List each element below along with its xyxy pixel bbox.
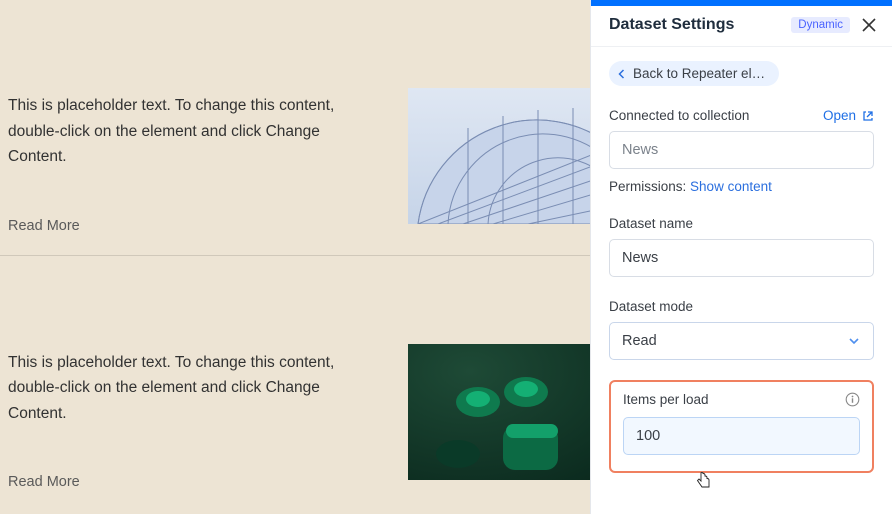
panel-title: Dataset Settings <box>609 16 734 34</box>
dataset-mode-label: Dataset mode <box>609 299 874 314</box>
dataset-name-label: Dataset name <box>609 216 874 231</box>
panel-header: Dataset Settings Dynamic <box>591 6 892 47</box>
info-icon[interactable] <box>845 392 860 407</box>
dataset-mode-value: Read <box>622 333 657 349</box>
external-link-icon <box>862 110 874 122</box>
repeater-canvas: This is placeholder text. To change this… <box>0 0 590 514</box>
open-text: Open <box>823 108 856 123</box>
chevron-left-icon <box>617 69 627 79</box>
read-more-link[interactable]: Read More <box>8 474 348 490</box>
dataset-name-input[interactable] <box>609 239 874 277</box>
open-collection-link[interactable]: Open <box>823 108 874 123</box>
items-per-load-input[interactable] <box>623 417 860 455</box>
connected-value: News <box>622 142 658 158</box>
items-per-load-section: Items per load <box>609 380 874 473</box>
chevron-down-icon <box>847 334 861 348</box>
items-per-load-label: Items per load <box>623 392 709 407</box>
back-label: Back to Repeater ele… <box>633 66 767 81</box>
item-image[interactable] <box>408 344 614 480</box>
close-icon[interactable] <box>862 18 876 32</box>
placeholder-text[interactable]: This is placeholder text. To change this… <box>8 350 348 427</box>
read-more-link[interactable]: Read More <box>8 218 348 234</box>
repeater-item: This is placeholder text. To change this… <box>0 0 590 256</box>
repeater-item: This is placeholder text. To change this… <box>0 256 590 512</box>
permissions-link[interactable]: Show content <box>690 179 772 194</box>
connected-label: Connected to collection <box>609 108 749 123</box>
permissions-label: Permissions: <box>609 179 686 194</box>
settings-panel: Dataset Settings Dynamic Back to Repeate… <box>590 0 892 514</box>
item-image[interactable] <box>408 88 614 224</box>
connected-collection-field[interactable]: News <box>609 131 874 169</box>
dynamic-badge: Dynamic <box>791 17 850 33</box>
placeholder-text[interactable]: This is placeholder text. To change this… <box>8 93 348 170</box>
dataset-mode-select[interactable]: Read <box>609 322 874 360</box>
back-button[interactable]: Back to Repeater ele… <box>609 61 779 86</box>
